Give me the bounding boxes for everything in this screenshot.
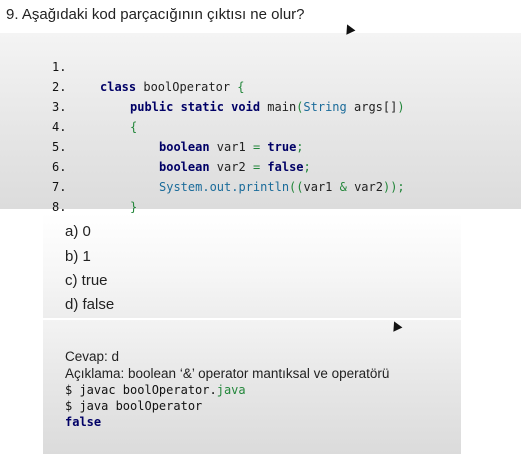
variable: var1 xyxy=(303,180,340,194)
run-command: $ java boolOperator xyxy=(65,399,203,413)
param: args[] xyxy=(346,100,398,114)
class-name: boolOperator xyxy=(136,80,238,94)
code-line: 6. System.out.println((var1 & var2)); xyxy=(0,137,405,194)
code-line: 8. } xyxy=(0,177,107,234)
line-number: 4. xyxy=(52,120,67,134)
keyword: public static void xyxy=(130,100,261,114)
method-call: System.out.println xyxy=(159,180,290,194)
answer-panel: Cevap: d Açıklama: boolean ‘&’ operator … xyxy=(43,320,461,454)
code-block: 1. class boolOperator { 2. public static… xyxy=(0,33,521,234)
option-a: a) 0 xyxy=(65,223,91,240)
line-number: 1. xyxy=(52,60,67,74)
line-number: 2. xyxy=(52,80,67,94)
line-number: 5. xyxy=(52,140,67,154)
compile-command-text: $ javac boolOperator. xyxy=(65,383,217,397)
line-number: 6. xyxy=(52,160,67,174)
semicolon: ; xyxy=(303,160,311,174)
paren: (( xyxy=(289,180,304,194)
operator: & xyxy=(339,180,347,194)
literal: true xyxy=(260,140,297,154)
variable: var1 xyxy=(209,140,253,154)
type-name: String xyxy=(303,100,347,114)
code-line: 1. class boolOperator { xyxy=(0,37,245,94)
variable: var2 xyxy=(346,180,383,194)
code-line: 4. boolean var1 = true; xyxy=(0,97,304,154)
brace: { xyxy=(130,120,138,134)
file-extension: java xyxy=(216,383,246,397)
answer-options: a) 0 b) 1 c) true d) false xyxy=(43,213,461,318)
line-number: 7. xyxy=(52,180,67,194)
literal: false xyxy=(260,160,304,174)
option-d: d) false xyxy=(65,296,115,313)
method-name: main xyxy=(260,100,297,114)
compile-command: $ javac boolOperator.java xyxy=(65,383,246,397)
question-text: 9. Aşağıdaki kod parçacığının çıktısı ne… xyxy=(6,6,305,23)
answer-label: Cevap: d xyxy=(65,349,120,364)
line-number: 3. xyxy=(52,100,67,114)
code-line: 2. public static void main(String args[]… xyxy=(0,57,405,114)
code-line: 3. { xyxy=(0,77,137,134)
variable: var2 xyxy=(209,160,253,174)
code-line: 7. } xyxy=(0,157,137,214)
explanation-text: Açıklama: boolean ‘&’ operator mantıksal… xyxy=(65,366,390,381)
keyword: boolean xyxy=(159,140,210,154)
paren: ) xyxy=(397,100,405,114)
program-output: false xyxy=(65,415,102,429)
brace: { xyxy=(237,80,245,94)
semicolon: ; xyxy=(296,140,304,154)
paren: )); xyxy=(382,180,405,194)
code-line: 5. boolean var2 = false; xyxy=(0,117,311,174)
option-c: c) true xyxy=(65,272,108,289)
keyword: class xyxy=(100,80,137,94)
keyword: boolean xyxy=(159,160,210,174)
option-b: b) 1 xyxy=(65,248,91,265)
